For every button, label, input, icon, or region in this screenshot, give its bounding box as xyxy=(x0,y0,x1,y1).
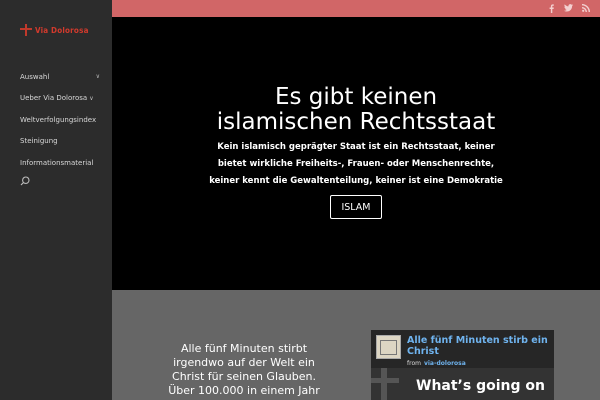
widget-thumbnail[interactable] xyxy=(376,335,401,359)
embedded-video-widget[interactable]: Alle fünf Minuten stirb ein Christ from v… xyxy=(371,330,554,400)
sidebar: Via Dolorosa Auswahl ∨ Ueber Via Doloros… xyxy=(0,0,112,400)
hero-title-line: Es gibt keinen xyxy=(274,84,438,110)
quote-line: Alle fünf Minuten stirbt xyxy=(180,342,308,355)
cross-icon xyxy=(20,24,32,36)
rss-icon[interactable] xyxy=(581,3,590,13)
islam-button[interactable]: ISLAM xyxy=(330,195,382,219)
hero-section: Es gibt keinen islamischen Rechtsstaat K… xyxy=(112,17,600,290)
hero-subtitle: Kein islamisch geprägter Staat ist ein R… xyxy=(112,139,600,190)
sidebar-item-label: Informationsmaterial xyxy=(20,158,94,167)
hero-subtitle-line: Kein islamisch geprägter Staat ist ein R… xyxy=(217,142,495,152)
search-icon[interactable] xyxy=(20,176,30,186)
cross-shape xyxy=(371,378,399,383)
widget-from: from via-dolorosa xyxy=(407,360,466,367)
top-bar xyxy=(112,0,600,17)
sidebar-item-auswahl[interactable]: Auswahl ∨ xyxy=(20,66,100,88)
widget-from-label: from xyxy=(407,360,421,367)
sidebar-item-weltverfolgungsindex[interactable]: Weltverfolgungsindex xyxy=(20,109,100,131)
social-links xyxy=(547,3,590,13)
widget-title-link[interactable]: Alle fünf Minuten stirb ein Christ xyxy=(407,335,552,357)
quote-line: Über 100.000 in einem Jahr xyxy=(168,384,320,397)
sidebar-item-label: Steinigung xyxy=(20,137,58,146)
quote-line: irgendwo auf der Welt ein xyxy=(173,356,315,369)
widget-from-user[interactable]: via-dolorosa xyxy=(424,360,466,367)
sidebar-item-label: Ueber Via Dolorosa xyxy=(20,94,88,103)
quote-line: Christ für seinen Glauben. xyxy=(172,370,316,383)
cross-shape xyxy=(381,368,387,400)
facebook-icon[interactable] xyxy=(547,3,556,13)
chevron-down-icon: ∨ xyxy=(95,73,100,81)
sidebar-item-ueber[interactable]: Ueber Via Dolorosa ∨ xyxy=(20,88,100,110)
sidebar-item-label: Auswahl xyxy=(20,72,50,81)
hero-title-line: islamischen Rechtsstaat xyxy=(216,109,496,135)
hero-subtitle-line: keiner kennt die Gewaltenteilung, keiner… xyxy=(209,176,503,186)
sidebar-item-informationsmaterial[interactable]: Informationsmaterial xyxy=(20,152,100,174)
chevron-down-icon: ∨ xyxy=(89,94,94,102)
sidebar-item-steinigung[interactable]: Steinigung xyxy=(20,131,100,153)
quote-text: Alle fünf Minuten stirbt irgendwo auf de… xyxy=(160,342,328,398)
site-logo[interactable]: Via Dolorosa xyxy=(20,24,89,36)
sidebar-item-label: Weltverfolgungsindex xyxy=(20,115,97,124)
widget-headline: What’s going on xyxy=(416,378,545,394)
hero-subtitle-line: bietet wirkliche Freiheits-, Frauen- ode… xyxy=(217,159,495,169)
content-section: Alle fünf Minuten stirbt irgendwo auf de… xyxy=(112,290,600,400)
hero-title: Es gibt keinen islamischen Rechtsstaat xyxy=(112,85,600,135)
twitter-icon[interactable] xyxy=(564,3,573,13)
widget-preview[interactable]: What’s going on xyxy=(371,368,554,400)
logo-text: Via Dolorosa xyxy=(35,25,89,35)
main-nav: Auswahl ∨ Ueber Via Dolorosa ∨ Weltverfo… xyxy=(20,66,100,174)
